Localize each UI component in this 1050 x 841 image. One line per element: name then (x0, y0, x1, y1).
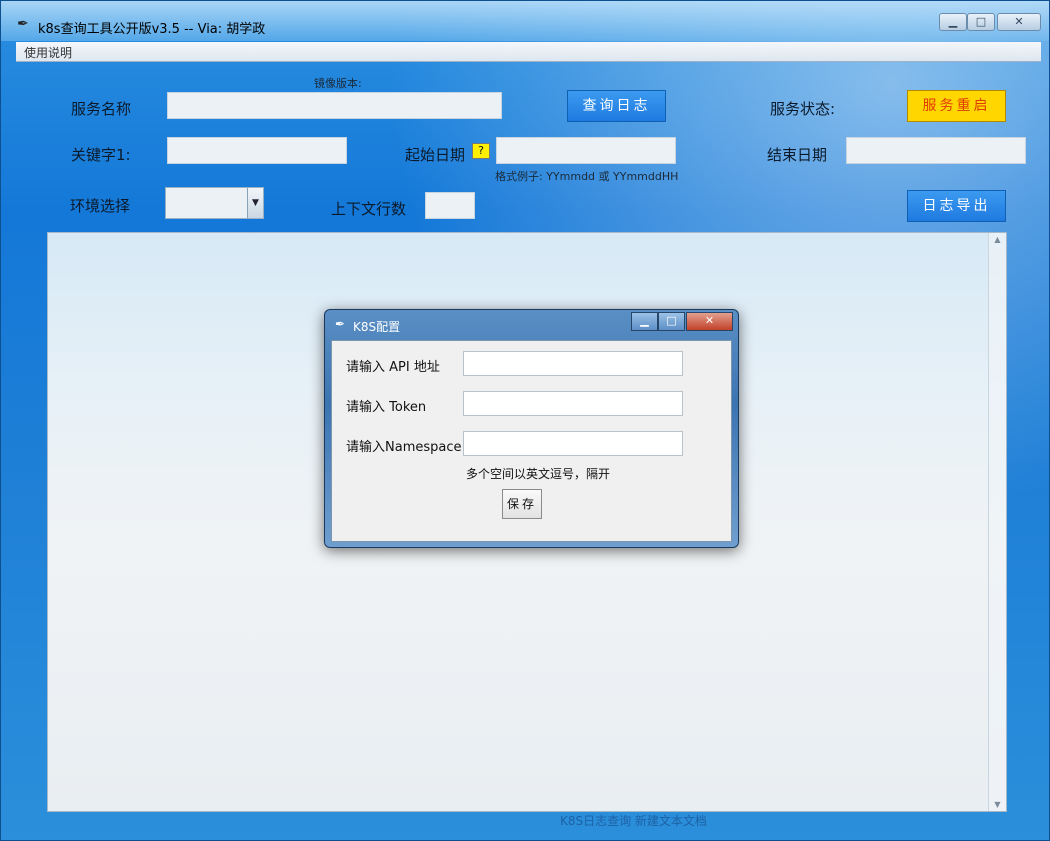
start-date-input[interactable] (496, 137, 676, 164)
scroll-up-icon[interactable]: ▲ (989, 235, 1006, 244)
dropdown-arrow-icon[interactable]: ▼ (247, 188, 263, 218)
end-date-label: 结束日期 (767, 146, 828, 164)
maximize-button[interactable]: □ (967, 13, 995, 31)
context-lines-label: 上下文行数 (331, 200, 407, 218)
k8s-config-dialog: ✒ K8S配置 ▁ □ ✕ 请输入 API 地址 请输入 Token 请输入Na… (324, 309, 739, 548)
namespace-label: 请输入Namespace (346, 440, 462, 455)
namespace-input[interactable] (463, 431, 683, 456)
query-log-button[interactable]: 查询日志 (567, 90, 666, 122)
menu-bar: 使用说明 (16, 42, 1041, 62)
service-status-label: 服务状态: (770, 100, 836, 118)
title-bar: ✒ k8s查询工具公开版v3.5 -- Via: 胡学政 ▁ □ ✕ (1, 1, 1049, 41)
log-scrollbar[interactable]: ▲ ▼ (988, 233, 1006, 811)
namespace-hint: 多个空间以英文逗号，隔开 (466, 467, 611, 481)
env-label: 环境选择 (70, 197, 131, 215)
restart-service-button[interactable]: 服务重启 (907, 90, 1006, 122)
dialog-close-button[interactable]: ✕ (686, 312, 733, 331)
keyword-input[interactable] (167, 137, 347, 164)
service-name-label: 服务名称 (71, 100, 132, 118)
menu-help[interactable]: 使用说明 (24, 44, 72, 61)
api-label: 请输入 API 地址 (346, 360, 440, 375)
minimize-button[interactable]: ▁ (939, 13, 967, 31)
end-date-input[interactable] (846, 137, 1026, 164)
scroll-down-icon[interactable]: ▼ (989, 800, 1006, 809)
api-input[interactable] (463, 351, 683, 376)
app-feather-icon: ✒ (17, 16, 29, 32)
window-title: k8s查询工具公开版v3.5 -- Via: 胡学政 (38, 22, 266, 37)
keyword-label: 关键字1: (71, 146, 131, 164)
token-label: 请输入 Token (346, 400, 427, 415)
token-input[interactable] (463, 391, 683, 416)
date-format-hint: 格式例子: YYmmdd 或 YYmmddHH (495, 170, 679, 183)
export-log-button[interactable]: 日志导出 (907, 190, 1006, 222)
dialog-title: K8S配置 (353, 320, 401, 334)
date-help-icon[interactable]: ? (472, 143, 490, 159)
dialog-feather-icon: ✒ (335, 317, 346, 331)
dialog-body: 请输入 API 地址 请输入 Token 请输入Namespace 多个空间以英… (331, 340, 732, 542)
dialog-maximize-button[interactable]: □ (658, 312, 685, 331)
start-date-label: 起始日期 (405, 146, 466, 164)
close-button[interactable]: ✕ (997, 13, 1041, 31)
save-button[interactable]: 保存 (502, 489, 542, 519)
desktop-watermark: K8S日志查询 新建文本文档 (560, 814, 707, 828)
context-lines-input[interactable] (425, 192, 475, 219)
service-name-input[interactable] (167, 92, 502, 119)
image-version-label: 镜像版本: (314, 77, 362, 90)
dialog-minimize-button[interactable]: ▁ (631, 312, 658, 331)
env-select[interactable]: ▼ (165, 187, 264, 219)
